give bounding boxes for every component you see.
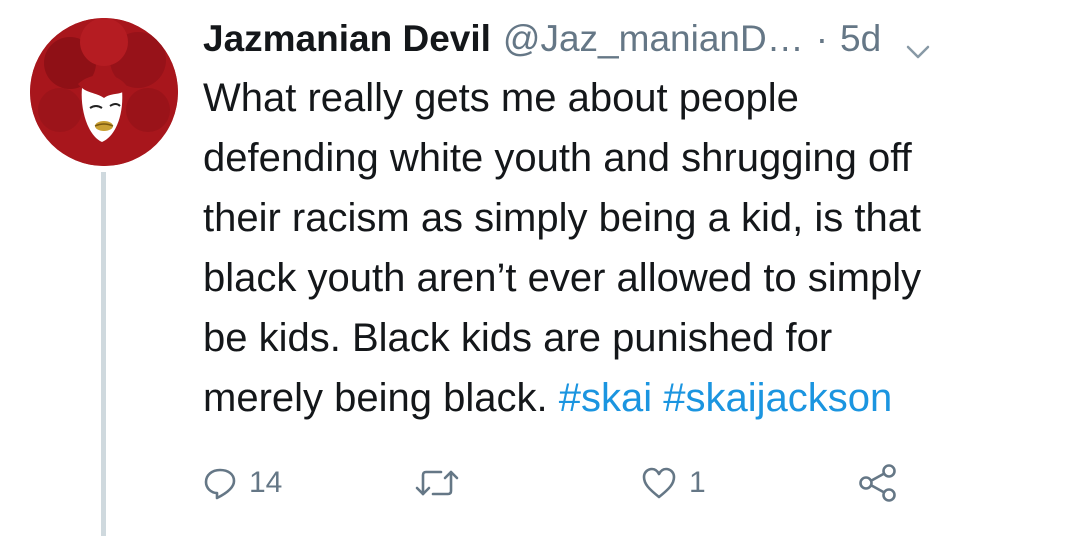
tweet[interactable]: Jazmanian Devil @Jaz_manianD… · 5d What …: [0, 0, 1080, 536]
tweet-text-line: be kids. Black kids are punished for: [203, 316, 833, 360]
timestamp[interactable]: 5d: [840, 8, 881, 70]
hashtag-link[interactable]: #skai: [559, 376, 652, 420]
separator-dot: ·: [815, 18, 829, 59]
tweet-actions: 14 1: [203, 453, 1063, 513]
avatar-illustration: [30, 18, 178, 166]
tweet-text-segment: merely being black.: [203, 376, 548, 420]
tweet-text: What really gets me about people defendi…: [203, 68, 1063, 428]
share-icon: [859, 464, 896, 502]
like-count: 1: [689, 466, 706, 499]
tweet-text-last-line: merely being black. #skai #skaijackson: [203, 368, 1063, 428]
reply-icon: [204, 468, 236, 500]
tweet-text-line: black youth aren’t ever allowed to simpl…: [203, 256, 922, 300]
tweet-content: Jazmanian Devil @Jaz_manianD… · 5d What …: [203, 8, 1063, 502]
tweet-text-line: defending white youth and shrugging off: [203, 136, 912, 180]
retweet-icon: [415, 470, 459, 496]
tweet-text-line: their racism as simply being a kid, is t…: [203, 196, 922, 240]
tweet-text-line: What really gets me about people: [203, 76, 799, 120]
share-button[interactable]: [857, 453, 899, 513]
user-handle[interactable]: @Jaz_manianD…: [503, 8, 804, 70]
display-name[interactable]: Jazmanian Devil: [203, 8, 491, 70]
reply-button[interactable]: 14: [203, 453, 282, 513]
heart-icon: [642, 467, 676, 499]
reply-count: 14: [249, 466, 283, 499]
avatar[interactable]: [30, 18, 178, 166]
tweet-header: Jazmanian Devil @Jaz_manianD… · 5d: [203, 8, 1063, 70]
chevron-down-icon[interactable]: [903, 24, 933, 59]
retweet-button[interactable]: [415, 453, 471, 513]
thread-line: [101, 172, 106, 536]
hashtag-link[interactable]: #skaijackson: [663, 376, 892, 420]
like-button[interactable]: 1: [641, 453, 706, 513]
